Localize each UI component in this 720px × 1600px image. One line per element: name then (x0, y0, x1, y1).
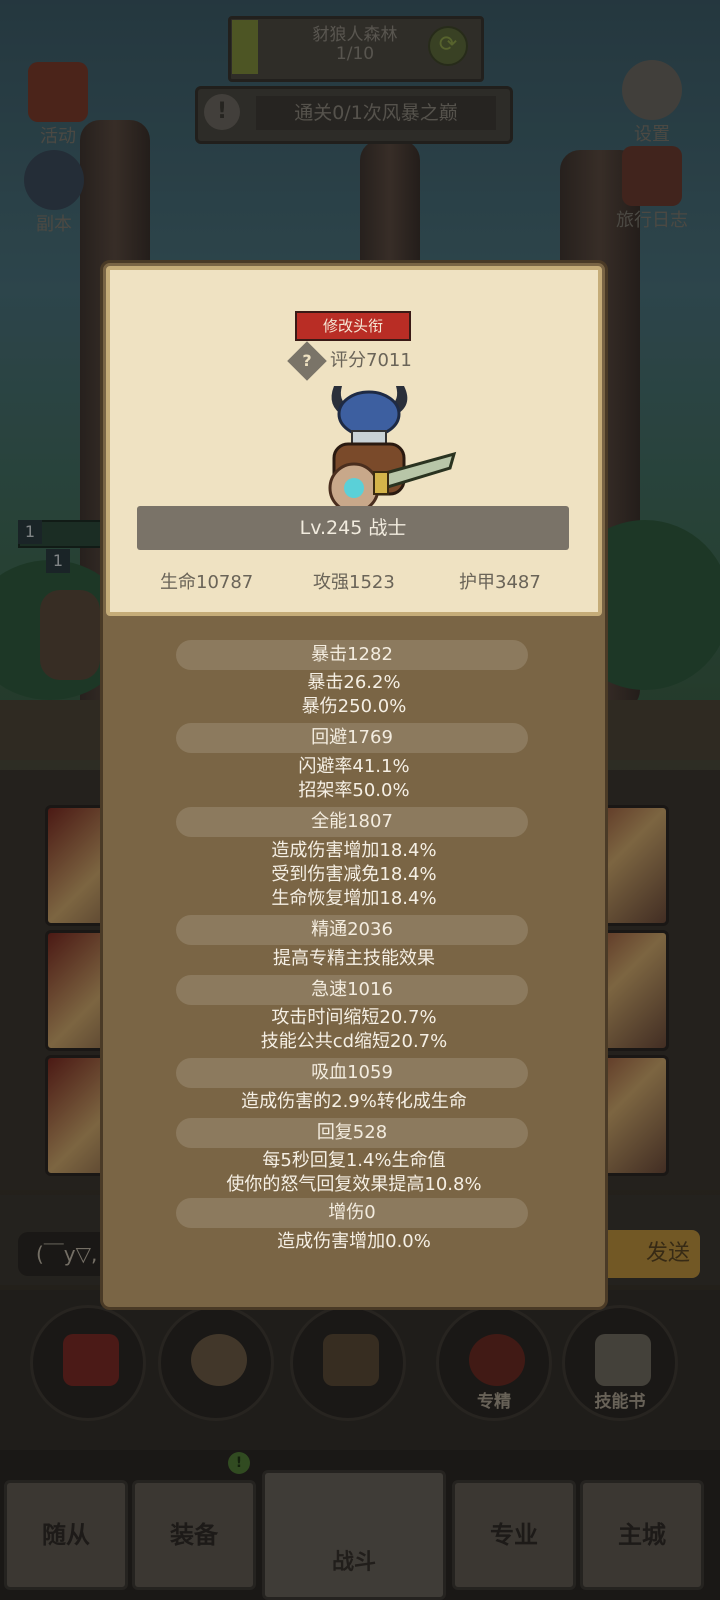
score-text: 评分7011 (330, 350, 412, 371)
stat-line: 暴击26.2% (307, 672, 401, 693)
stat-line: 使你的怒气回复效果提高10.8% (226, 1174, 482, 1195)
stat-header-versatility: 全能1807 (176, 807, 528, 837)
stat-line: 造成伤害增加18.4% (271, 840, 437, 861)
stat-line: 生命恢复增加18.4% (271, 888, 437, 909)
stat-header-crit: 暴击1282 (176, 640, 528, 670)
stat-line: 技能公共cd缩短20.7% (260, 1031, 448, 1052)
stat-line: 招架率50.0% (298, 780, 410, 801)
stat-line: 每5秒回复1.4%生命值 (262, 1150, 446, 1171)
edit-title-button[interactable]: 修改头衔 (295, 311, 411, 341)
stat-line: 受到伤害减免18.4% (271, 864, 437, 885)
stat-header-lifesteal: 吸血1059 (176, 1058, 528, 1088)
stat-line: 造成伤害的2.9%转化成生命 (241, 1091, 467, 1112)
help-glyph: ? (302, 351, 312, 370)
stat-line: 造成伤害增加0.0% (277, 1231, 431, 1252)
level-class: Lv.245 战士 (299, 517, 407, 539)
attack-stat: 攻强1523 (313, 572, 395, 593)
warrior-avatar (328, 386, 457, 512)
stat-line: 暴伤250.0% (301, 696, 407, 717)
stat-header-recovery: 回复528 (176, 1118, 528, 1148)
stat-header-avoidance: 回避1769 (176, 723, 528, 753)
stat-line: 闪避率41.1% (298, 756, 410, 777)
stat-line: 攻击时间缩短20.7% (271, 1007, 437, 1028)
armor-stat: 护甲3487 (459, 572, 541, 593)
stat-line: 提高专精主技能效果 (273, 948, 435, 969)
hp-stat: 生命10787 (160, 572, 254, 593)
stat-header-mastery: 精通2036 (176, 915, 528, 945)
stat-header-damage-bonus: 增伤0 (176, 1198, 528, 1228)
stat-header-haste: 急速1016 (176, 975, 528, 1005)
